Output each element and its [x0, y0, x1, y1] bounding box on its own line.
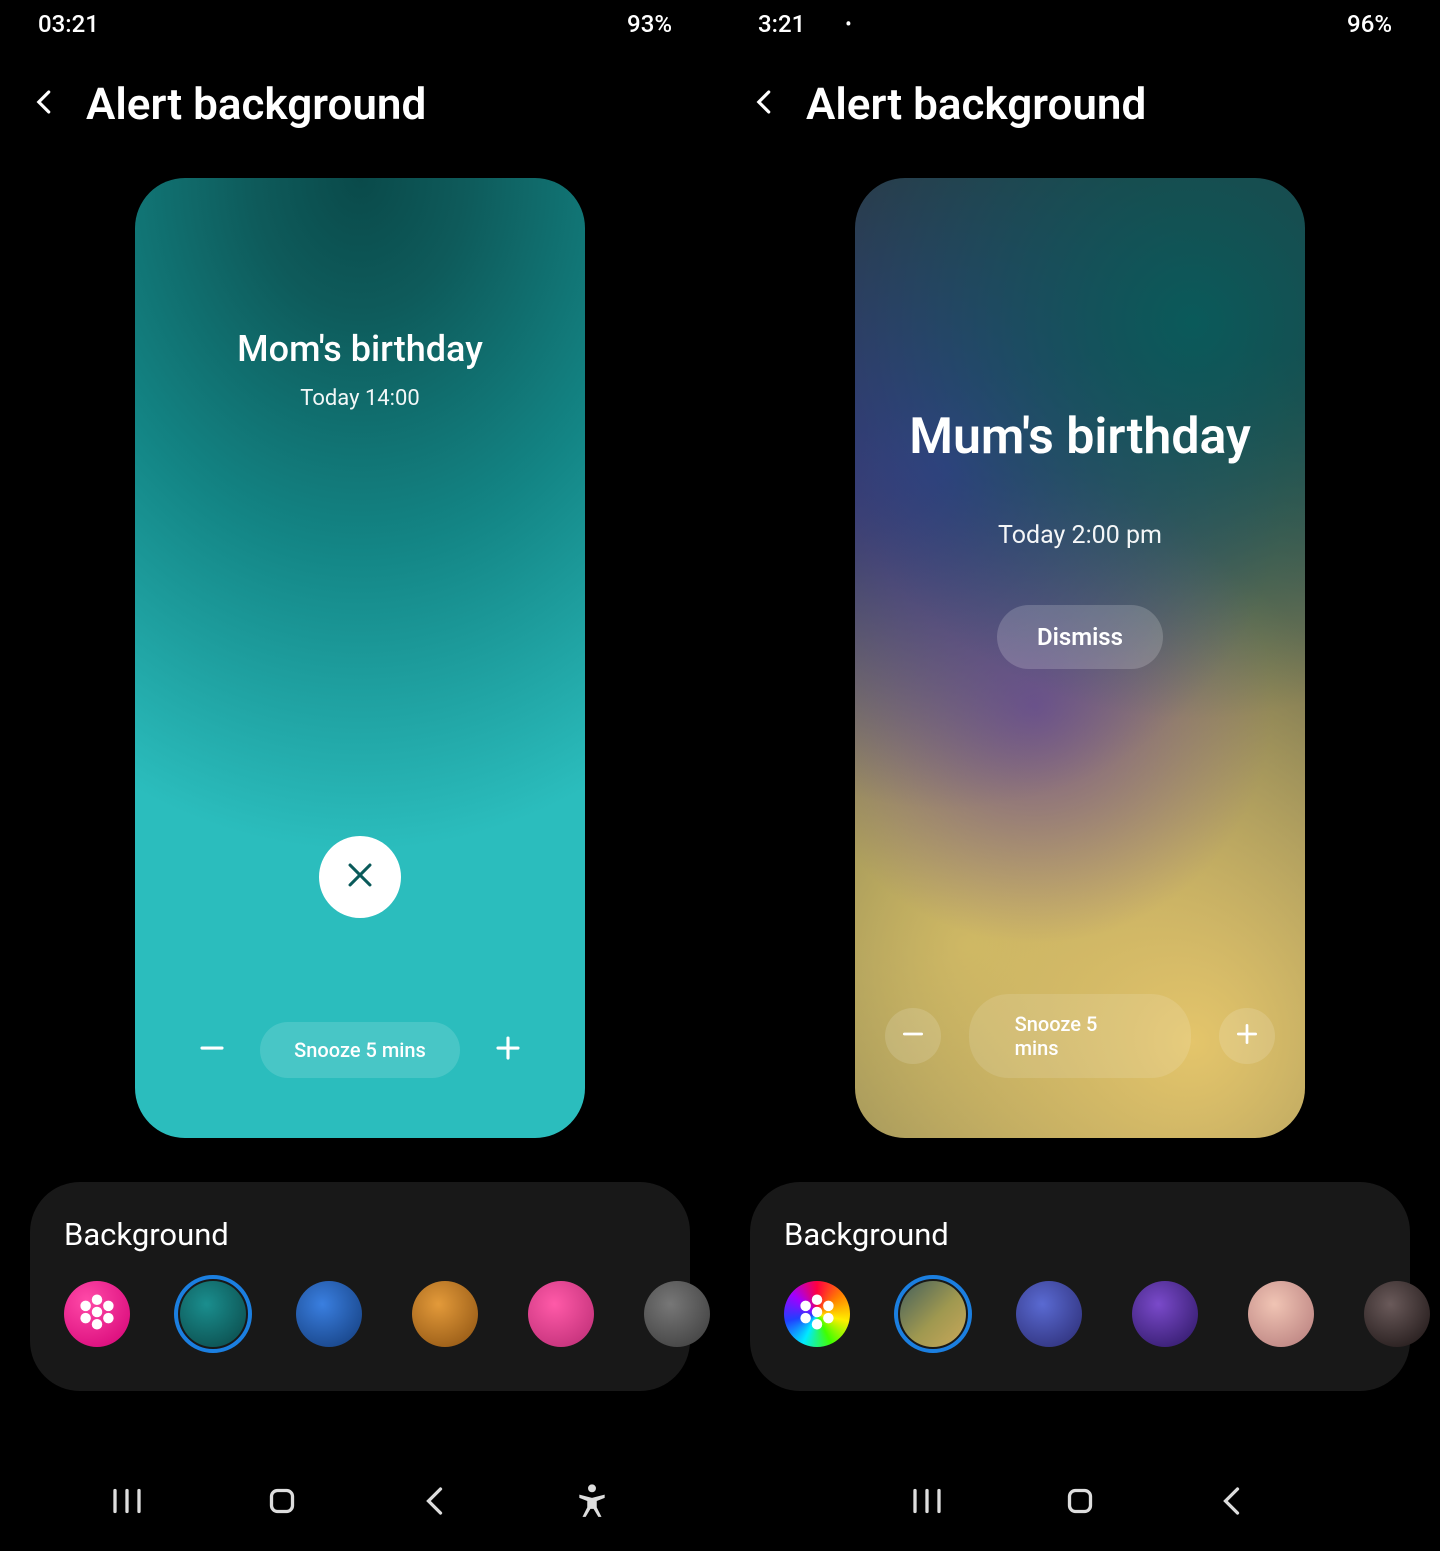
alert-preview: Mum's birthday Today 2:00 pm Dismiss Sno…	[855, 178, 1305, 1138]
dot-icon: •	[845, 14, 851, 35]
phone-right: 3:21 •	[720, 0, 1440, 1551]
flower-icon	[796, 1291, 838, 1337]
background-card-title: Background	[784, 1216, 1376, 1253]
battery-percent: 96%	[1347, 10, 1392, 38]
swatch-blue[interactable]	[296, 1281, 362, 1347]
dismiss-fab[interactable]	[319, 836, 401, 918]
plus-icon	[1234, 1021, 1260, 1051]
swatch-dark[interactable]	[1364, 1281, 1430, 1347]
snooze-increase[interactable]	[1219, 1008, 1275, 1064]
snooze-chip[interactable]: Snooze 5 mins	[969, 994, 1192, 1078]
background-card: Background	[750, 1182, 1410, 1391]
swatch-row	[64, 1281, 656, 1347]
flower-icon	[76, 1291, 118, 1337]
plus-icon	[493, 1033, 523, 1067]
background-card: Background	[30, 1182, 690, 1391]
swatch-indigo[interactable]	[1016, 1281, 1082, 1347]
snooze-increase[interactable]	[488, 1030, 528, 1070]
snooze-row: Snooze 5 mins	[135, 1022, 585, 1078]
minus-icon	[197, 1033, 227, 1067]
status-bar: 3:21 •	[750, 0, 1410, 48]
snooze-chip[interactable]: Snooze 5 mins	[260, 1022, 460, 1078]
back-button[interactable]	[750, 87, 780, 121]
status-time: 03:21	[38, 10, 99, 38]
swatch-orange[interactable]	[412, 1281, 478, 1347]
alert-preview: Mom's birthday Today 14:00 Snooze 5 mins	[135, 178, 585, 1138]
nav-home[interactable]	[264, 1483, 300, 1519]
swatch-fuchsia[interactable]	[528, 1281, 594, 1347]
snooze-decrease[interactable]	[192, 1030, 232, 1070]
nav-home[interactable]	[1062, 1483, 1098, 1519]
page-header: Alert background	[30, 48, 690, 160]
nav-accessibility[interactable]	[573, 1482, 611, 1520]
phone-left: 03:21 93%	[0, 0, 720, 1551]
alert-subtitle: Today 2:00 pm	[998, 521, 1162, 550]
swatch-purple[interactable]	[1132, 1281, 1198, 1347]
dismiss-button[interactable]: Dismiss	[997, 605, 1163, 669]
snooze-row: Snooze 5 mins	[855, 994, 1305, 1078]
close-icon	[343, 858, 377, 896]
nav-recents[interactable]	[109, 1483, 145, 1519]
nav-bar	[0, 1451, 720, 1551]
alert-title: Mum's birthday	[889, 408, 1271, 466]
swatch-peach[interactable]	[1248, 1281, 1314, 1347]
snooze-decrease[interactable]	[885, 1008, 941, 1064]
swatch-grey[interactable]	[644, 1281, 710, 1347]
back-button[interactable]	[30, 87, 60, 121]
nav-bar	[720, 1451, 1440, 1551]
swatch-gallery[interactable]	[64, 1281, 130, 1347]
status-bar: 03:21 93%	[30, 0, 690, 48]
minus-icon	[900, 1021, 926, 1051]
page-header: Alert background	[750, 48, 1410, 160]
alert-title: Mom's birthday	[217, 328, 503, 370]
page-title: Alert background	[806, 78, 1146, 130]
swatch-olive[interactable]	[900, 1281, 966, 1347]
nav-back[interactable]	[418, 1483, 454, 1519]
background-card-title: Background	[64, 1216, 656, 1253]
alert-subtitle: Today 14:00	[300, 386, 419, 411]
page-title: Alert background	[86, 78, 426, 130]
swatch-gallery[interactable]	[784, 1281, 850, 1347]
swatch-teal[interactable]	[180, 1281, 246, 1347]
nav-back[interactable]	[1215, 1483, 1251, 1519]
swatch-row	[784, 1281, 1376, 1347]
battery-percent: 93%	[627, 10, 672, 38]
status-time: 3:21	[758, 10, 805, 38]
nav-recents[interactable]	[909, 1483, 945, 1519]
